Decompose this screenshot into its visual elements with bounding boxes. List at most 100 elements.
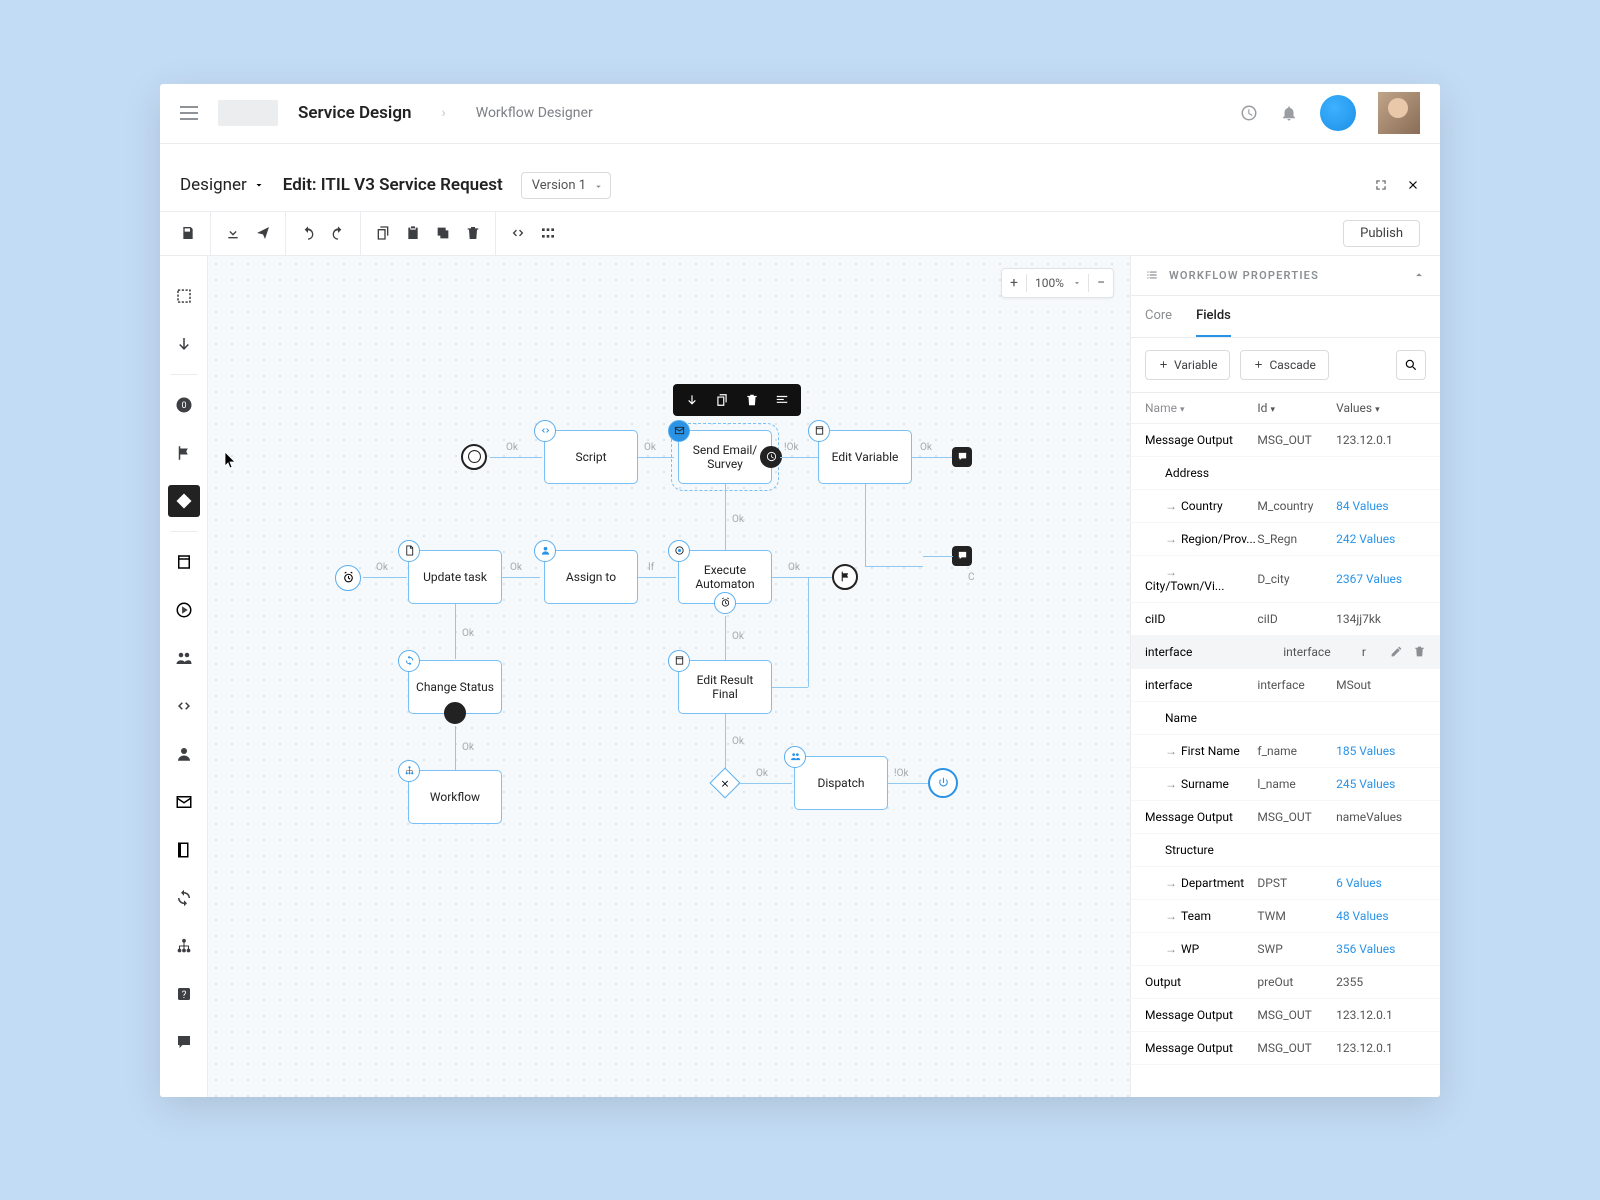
menu-button[interactable] bbox=[180, 106, 198, 120]
context-connector[interactable] bbox=[679, 387, 705, 413]
table-row[interactable]: →Region/Prov...S_Regn242 Values bbox=[1131, 523, 1440, 556]
palette-person[interactable] bbox=[168, 738, 200, 770]
export-icon[interactable] bbox=[255, 225, 271, 241]
table-row[interactable]: OutputpreOut2355 bbox=[1131, 966, 1440, 999]
breadcrumb[interactable]: Workflow Designer bbox=[476, 105, 593, 121]
node-timer[interactable] bbox=[335, 565, 361, 591]
palette-connector[interactable] bbox=[168, 328, 200, 360]
table-row[interactable]: Message OutputMSG_OUT123.12.0.1 bbox=[1131, 999, 1440, 1032]
node-comment-chip[interactable] bbox=[952, 447, 972, 467]
edit-icon[interactable] bbox=[1390, 645, 1403, 658]
cell-values[interactable]: 2367 Values bbox=[1336, 572, 1426, 586]
duplicate-icon[interactable] bbox=[435, 225, 451, 241]
cell-values[interactable]: 6 Values bbox=[1336, 876, 1426, 890]
expand-icon[interactable] bbox=[1374, 178, 1388, 192]
palette-select[interactable] bbox=[168, 280, 200, 312]
tab-fields[interactable]: Fields bbox=[1196, 296, 1231, 337]
cell-values[interactable]: 245 Values bbox=[1336, 777, 1426, 791]
add-variable-button[interactable]: Variable bbox=[1145, 350, 1230, 380]
code-icon[interactable] bbox=[510, 225, 526, 241]
node-script[interactable]: Script bbox=[544, 430, 638, 484]
table-row[interactable]: interfaceinterfaceMSout bbox=[1131, 669, 1440, 702]
table-row[interactable]: Structure bbox=[1131, 834, 1440, 867]
node-change-status[interactable]: Change Status bbox=[408, 660, 502, 714]
palette-play[interactable] bbox=[168, 594, 200, 626]
palette-help[interactable] bbox=[168, 978, 200, 1010]
save-icon[interactable] bbox=[180, 225, 196, 241]
copy-icon[interactable] bbox=[375, 225, 391, 241]
node-send-email[interactable]: Send Email/ Survey bbox=[678, 430, 772, 484]
table-row[interactable]: →Surnamel_name245 Values bbox=[1131, 768, 1440, 801]
cell-values[interactable]: 185 Values bbox=[1336, 744, 1426, 758]
node-comment-chip[interactable] bbox=[952, 546, 972, 566]
delete-icon[interactable] bbox=[465, 225, 481, 241]
palette-tree[interactable] bbox=[168, 930, 200, 962]
col-name[interactable]: Name▾ bbox=[1145, 401, 1257, 415]
search-button[interactable] bbox=[1396, 350, 1426, 380]
palette-comment[interactable] bbox=[168, 1026, 200, 1058]
zoom-level[interactable]: 100% bbox=[1027, 276, 1072, 290]
table-row[interactable]: Message OutputMSG_OUTnameValues bbox=[1131, 801, 1440, 834]
avatar-workspace[interactable] bbox=[1320, 95, 1356, 131]
structure-icon[interactable] bbox=[540, 225, 556, 241]
table-row[interactable]: Message OutputMSG_OUT123.12.0.1 bbox=[1131, 424, 1440, 457]
palette-book[interactable] bbox=[168, 834, 200, 866]
col-values[interactable]: Values▾ bbox=[1336, 401, 1426, 415]
table-row[interactable]: →TeamTWM48 Values bbox=[1131, 900, 1440, 933]
node-edit-variable[interactable]: Edit Variable bbox=[818, 430, 912, 484]
node-dispatch[interactable]: Dispatch bbox=[794, 756, 888, 810]
table-row[interactable]: Message OutputMSG_OUT123.12.0.1 bbox=[1131, 1032, 1440, 1065]
node-end[interactable] bbox=[928, 768, 958, 798]
collapse-icon[interactable] bbox=[1412, 268, 1426, 282]
version-select[interactable]: Version 1 bbox=[521, 172, 611, 199]
node-start[interactable] bbox=[461, 444, 487, 470]
import-icon[interactable] bbox=[225, 225, 241, 241]
palette-date[interactable] bbox=[168, 546, 200, 578]
context-delete[interactable] bbox=[739, 387, 765, 413]
close-icon[interactable] bbox=[1406, 178, 1420, 192]
palette-gateway[interactable] bbox=[168, 485, 200, 517]
delete-icon[interactable] bbox=[1413, 645, 1426, 658]
table-row[interactable]: ciIDciID134jj7kk bbox=[1131, 603, 1440, 636]
node-workflow[interactable]: Workflow bbox=[408, 770, 502, 824]
palette-start[interactable] bbox=[168, 389, 200, 421]
designer-dropdown[interactable]: Designer bbox=[180, 175, 265, 195]
tab-core[interactable]: Core bbox=[1145, 296, 1172, 337]
undo-icon[interactable] bbox=[300, 225, 316, 241]
table-row[interactable]: →CountryM_country84 Values bbox=[1131, 490, 1440, 523]
node-update-task[interactable]: Update task bbox=[408, 550, 502, 604]
table-row[interactable]: →First Namef_name185 Values bbox=[1131, 735, 1440, 768]
context-align[interactable] bbox=[769, 387, 795, 413]
table-row[interactable]: →DepartmentDPST6 Values bbox=[1131, 867, 1440, 900]
node-assign-to[interactable]: Assign to bbox=[544, 550, 638, 604]
palette-flag[interactable] bbox=[168, 437, 200, 469]
cell-values[interactable]: 84 Values bbox=[1336, 499, 1426, 513]
notifications-icon[interactable] bbox=[1280, 104, 1298, 122]
table-row[interactable]: interfaceinterfacer bbox=[1131, 636, 1440, 669]
node-flag[interactable] bbox=[832, 564, 858, 590]
cell-values[interactable]: 48 Values bbox=[1336, 909, 1426, 923]
col-id[interactable]: Id▾ bbox=[1257, 401, 1336, 415]
avatar-user[interactable] bbox=[1378, 92, 1420, 134]
publish-button[interactable]: Publish bbox=[1343, 220, 1420, 247]
canvas[interactable]: + 100% − Ok Script Ok Send Email/ Survey bbox=[208, 256, 1130, 1097]
palette-code[interactable] bbox=[168, 690, 200, 722]
palette-people[interactable] bbox=[168, 642, 200, 674]
zoom-out-button[interactable]: − bbox=[1089, 275, 1113, 291]
table-row[interactable]: Name bbox=[1131, 702, 1440, 735]
table-row[interactable]: →City/Town/Vi...D_city2367 Values bbox=[1131, 556, 1440, 603]
table-row[interactable]: Address bbox=[1131, 457, 1440, 490]
table-row[interactable]: →WPSWP356 Values bbox=[1131, 933, 1440, 966]
add-cascade-button[interactable]: Cascade bbox=[1240, 350, 1328, 380]
node-execute-automaton[interactable]: Execute Automaton bbox=[678, 550, 772, 604]
redo-icon[interactable] bbox=[330, 225, 346, 241]
history-icon[interactable] bbox=[1240, 104, 1258, 122]
zoom-in-button[interactable]: + bbox=[1002, 275, 1026, 291]
node-edit-result[interactable]: Edit Result Final bbox=[678, 660, 772, 714]
cell-values[interactable]: 356 Values bbox=[1336, 942, 1426, 956]
palette-sync[interactable] bbox=[168, 882, 200, 914]
cell-values[interactable]: 242 Values bbox=[1336, 532, 1426, 546]
context-copy[interactable] bbox=[709, 387, 735, 413]
palette-mail[interactable] bbox=[168, 786, 200, 818]
paste-icon[interactable] bbox=[405, 225, 421, 241]
